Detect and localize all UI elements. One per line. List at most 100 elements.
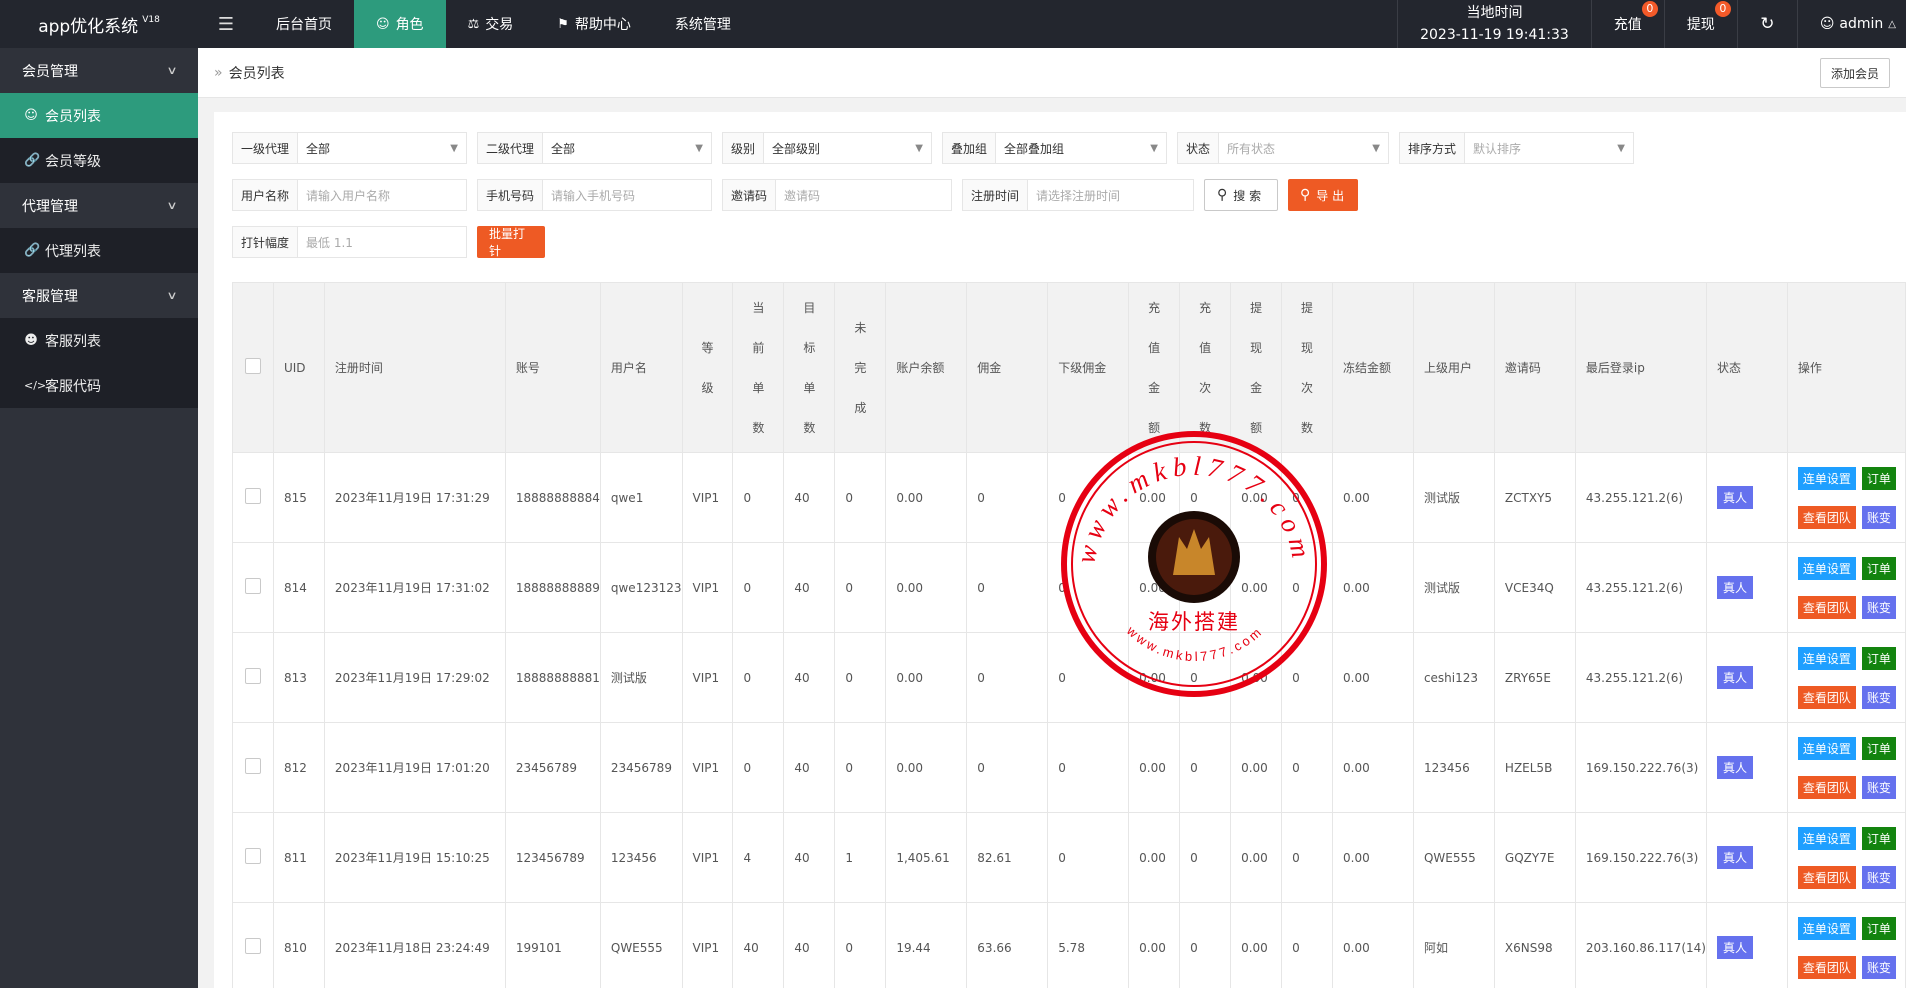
account-changes-button[interactable]: 账变 [1861,775,1896,799]
sidebar-item-service-code[interactable]: </> 客服代码 [0,363,198,408]
nav-trade-label: 交易 [485,17,514,33]
cell-ops: 连单设置 订单 查看团队 账变 [1786,812,1906,903]
col-withdraw-count: 提现次数 [1281,282,1334,453]
chain-order-settings-button[interactable]: 连单设置 [1797,736,1856,760]
sidebar-item-member-level[interactable]: 🔗 会员等级 [0,138,198,183]
account-changes-button[interactable]: 账变 [1861,865,1896,889]
col-ops: 操作 [1786,282,1906,453]
sidebar-group-service[interactable]: 客服管理 ∨ [0,273,198,318]
chain-order-settings-button[interactable]: 连单设置 [1797,556,1856,580]
cell-ops: 连单设置 订单 查看团队 账变 [1786,902,1906,988]
table-row: 812 2023年11月19日 17:01:20 23456789 23456789 V… [232,722,1906,813]
cell-regtime: 2023年11月19日 15:10:25 [323,812,506,903]
cell-withdraw-count: 0 [1281,542,1334,633]
row-checkbox[interactable] [244,758,261,774]
status-badge: 真人 [1716,666,1753,689]
view-team-button[interactable]: 查看团队 [1797,775,1856,799]
account-changes-button[interactable]: 账变 [1861,505,1896,529]
account-changes-button[interactable]: 账变 [1861,685,1896,709]
sort-select[interactable]: 默认排序 ▼ [1465,133,1633,163]
table-row: 813 2023年11月19日 17:29:02 18888888881 测试版 VIP… [232,632,1906,723]
phone-input[interactable]: 请输入手机号码 [543,180,711,210]
sidebar-item-service-list[interactable]: ☻ 客服列表 [0,318,198,363]
regtime-input[interactable]: 请选择注册时间 [1028,180,1193,210]
cell-withdraw-count: 0 [1281,632,1334,723]
sidebar-item-agent-list[interactable]: 🔗 代理列表 [0,228,198,273]
menu-toggle-icon[interactable]: ☰ [198,0,254,48]
refresh-icon[interactable]: ↻ [1736,0,1797,48]
orders-button[interactable]: 订单 [1861,916,1896,940]
username-input[interactable]: 请输入用户名称 [298,180,466,210]
row-checkbox[interactable] [244,938,261,954]
account-changes-button[interactable]: 账变 [1861,595,1896,619]
nav-help[interactable]: ⚑ 帮助中心 [535,0,653,48]
orders-button[interactable]: 订单 [1861,556,1896,580]
level-select[interactable]: 全部级别 ▼ [764,133,931,163]
sidebar-item-member-list[interactable]: ☺ 会员列表 [0,93,198,138]
chain-order-settings-button[interactable]: 连单设置 [1797,466,1856,490]
select-all-checkbox[interactable] [244,358,261,374]
regtime-filter: 注册时间 请选择注册时间 [962,179,1194,211]
orders-button[interactable]: 订单 [1861,646,1896,670]
cell-recharge-count: 0 [1179,452,1232,543]
app-logo[interactable]: app优化系统 V18 [0,0,198,48]
header-right: 当地时间 2023-11-19 19:41:33 充值 0 提现 0 ↻ ☺ a… [1397,0,1906,48]
dropdown-arrow-icon: ▼ [450,142,458,154]
chain-order-settings-button[interactable]: 连单设置 [1797,916,1856,940]
cell-regtime: 2023年11月19日 17:01:20 [323,722,506,813]
view-team-button[interactable]: 查看团队 [1797,685,1856,709]
add-member-button[interactable]: 添加会员 [1819,58,1890,88]
col-unfinished-label: 未完成 [854,320,867,415]
cell-level: VIP1 [681,902,734,988]
cell-last-ip: 169.150.222.76(3) [1574,722,1707,813]
batch-button[interactable]: 批量打针 [477,226,545,258]
view-team-button[interactable]: 查看团队 [1797,955,1856,979]
view-team-button[interactable]: 查看团队 [1797,865,1856,889]
search-icon: ⚲ [1217,187,1228,203]
cell-last-ip: 43.255.121.2(6) [1574,632,1707,723]
row-checkbox[interactable] [244,488,261,504]
user-menu[interactable]: ☺ admin △ [1796,0,1906,48]
search-button[interactable]: ⚲ 搜 索 [1204,179,1278,211]
export-button[interactable]: ⚲ 导 出 [1288,179,1358,211]
cell-sub-commission: 0 [1047,632,1130,723]
stack-select[interactable]: 全部叠加组 ▼ [996,133,1166,163]
row-checkbox[interactable] [244,578,261,594]
invite-input[interactable]: 邀请码 [776,180,951,210]
cell-parent: 测试版 [1412,542,1495,633]
hit-input[interactable]: 最低 1.1 [298,227,466,257]
breadcrumb-current[interactable]: 会员列表 [229,63,285,83]
sidebar-group-agents[interactable]: 代理管理 ∨ [0,183,198,228]
agent1-select[interactable]: 全部 ▼ [298,133,466,163]
nav-role[interactable]: ☺ 角色 [354,0,446,48]
cell-username: qwe1 [599,452,683,543]
view-team-button[interactable]: 查看团队 [1797,505,1856,529]
col-cur-orders-label: 当前单数 [752,300,765,435]
nav-trade[interactable]: ⚖ 交易 [446,0,536,48]
agent2-label: 二级代理 [478,133,544,163]
sidebar-group-members[interactable]: 会员管理 ∨ [0,48,198,93]
row-checkbox[interactable] [244,668,261,684]
nav-home[interactable]: 后台首页 [254,0,354,48]
phone-label: 手机号码 [478,180,544,210]
account-changes-button[interactable]: 账变 [1861,955,1896,979]
cell-invite: VCE34Q [1493,542,1576,633]
agent2-select[interactable]: 全部 ▼ [543,133,711,163]
orders-button[interactable]: 订单 [1861,736,1896,760]
row-actions: 连单设置 订单 查看团队 账变 [1797,916,1905,979]
chain-order-settings-button[interactable]: 连单设置 [1797,646,1856,670]
chain-order-settings-button[interactable]: 连单设置 [1797,826,1856,850]
cell-target-orders: 40 [783,812,836,903]
view-team-button[interactable]: 查看团队 [1797,595,1856,619]
sidebar-item-label: 客服列表 [45,333,101,350]
orders-button[interactable]: 订单 [1861,466,1896,490]
orders-button[interactable]: 订单 [1861,826,1896,850]
cell-cur-orders: 0 [732,722,785,813]
withdraw-button[interactable]: 提现 0 [1663,0,1737,48]
row-checkbox[interactable] [244,848,261,864]
col-balance: 账户余额 [885,282,968,453]
nav-system[interactable]: 系统管理 [653,0,753,48]
status-select[interactable]: 所有状态 ▼ [1219,133,1388,163]
row-select-cell [232,542,274,633]
recharge-button[interactable]: 充值 0 [1590,0,1664,48]
